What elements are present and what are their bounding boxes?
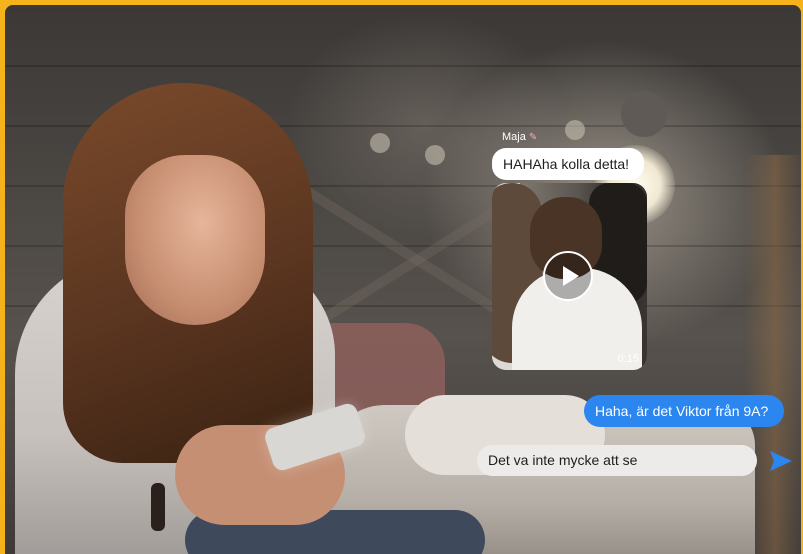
girl-face <box>125 155 265 325</box>
nail-polish-icon: ✎ <box>528 132 538 143</box>
play-icon[interactable] <box>543 251 593 301</box>
sender-label: Maja ✎ <box>502 131 537 143</box>
string-light <box>370 133 390 153</box>
video-message[interactable]: 0:15 <box>492 183 647 370</box>
send-icon[interactable] <box>769 450 793 472</box>
sender-name: Maja <box>502 131 526 143</box>
message-input[interactable]: Det va inte mycke att se <box>477 445 757 476</box>
lamp-shade <box>621 91 667 137</box>
video-duration: 0:15 <box>617 353 639 365</box>
wall-plank <box>5 65 801 67</box>
outgoing-message-bubble: Haha, är det Viktor från 9A? <box>584 395 784 427</box>
string-light <box>425 145 445 165</box>
string-light <box>565 120 585 140</box>
bracelet <box>151 483 165 531</box>
incoming-message-bubble: HAHAha kolla detta! <box>492 148 644 180</box>
